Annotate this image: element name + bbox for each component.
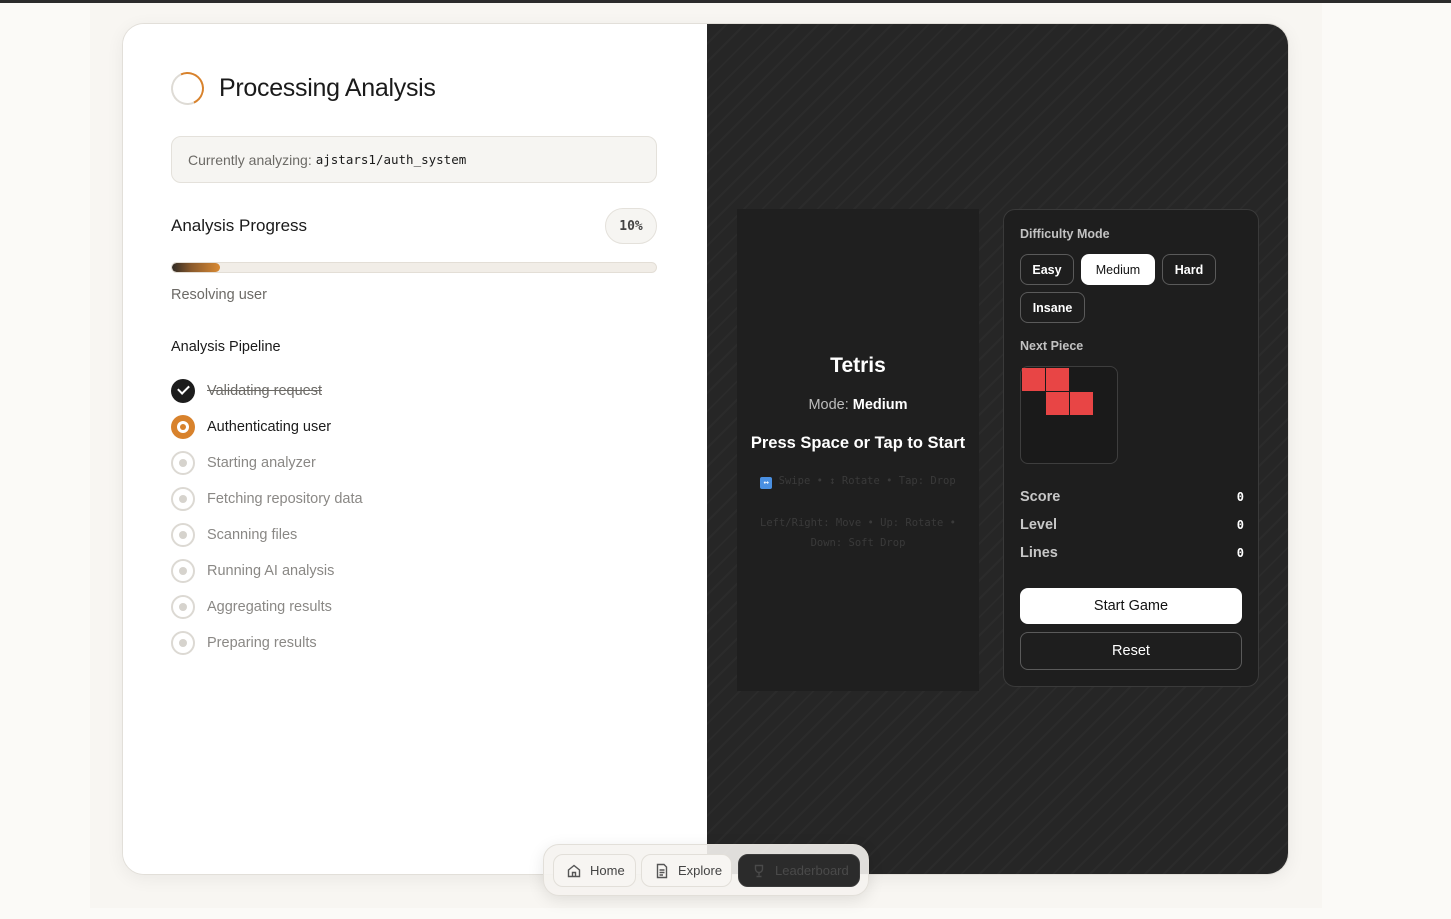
pipeline-step: Starting analyzer: [171, 445, 363, 481]
pipeline-step: Authenticating user: [171, 409, 363, 445]
touch-controls-hint: ↔ Swipe • ↕ Rotate • Tap: Drop: [747, 471, 969, 491]
pipeline-step-label: Preparing results: [207, 635, 317, 651]
progress-bar-fill: [172, 263, 221, 272]
stat-label: Level: [1020, 517, 1058, 533]
reset-button[interactable]: Reset: [1020, 632, 1242, 670]
nav-leaderboard-button[interactable]: Leaderboard: [738, 854, 860, 887]
title-row: Processing Analysis: [166, 67, 436, 110]
pending-dot-icon: [171, 487, 195, 511]
document-icon: [656, 863, 668, 878]
pipeline-step-label: Running AI analysis: [207, 563, 335, 579]
currently-analyzing-box: Currently analyzing: ajstars1/auth_syste…: [171, 136, 657, 183]
nav-explore-button[interactable]: Explore: [641, 854, 732, 887]
difficulty-label: Difficulty Mode: [1020, 227, 1110, 241]
game-panel: Tetris Mode: Medium Press Space or Tap t…: [707, 24, 1288, 874]
repo-name: ajstars1/auth_system: [315, 152, 467, 167]
game-title: Tetris: [830, 354, 886, 377]
pipeline-list: Validating request Authenticating user S…: [171, 373, 363, 661]
progress-percent-badge: 10%: [605, 208, 657, 244]
pipeline-step-label: Aggregating results: [207, 599, 332, 615]
pipeline-step-label: Fetching repository data: [207, 491, 363, 507]
next-piece-cell: [1046, 392, 1069, 415]
check-circle-icon: [171, 379, 195, 403]
touch-hint-text: Swipe • ↕ Rotate • Tap: Drop: [778, 475, 956, 487]
pipeline-step-label: Authenticating user: [207, 419, 332, 435]
progress-status-text: Resolving user: [171, 287, 267, 303]
bottom-nav: Home Explore Leaderboard: [543, 844, 869, 896]
main-card: Processing Analysis Currently analyzing:…: [122, 23, 1289, 875]
stat-level: Level 0: [1020, 517, 1244, 533]
currently-analyzing-label: Currently analyzing:: [188, 151, 312, 168]
pipeline-step: Preparing results: [171, 625, 363, 661]
next-piece-cell: [1022, 368, 1045, 391]
game-side-panel: Difficulty Mode Easy Medium Hard Insane …: [1003, 209, 1259, 687]
loading-spinner-icon: [166, 67, 209, 110]
pipeline-step-label: Starting analyzer: [207, 455, 316, 471]
stat-label: Lines: [1020, 545, 1058, 561]
next-piece-preview: [1020, 366, 1118, 464]
pipeline-title: Analysis Pipeline: [171, 339, 281, 355]
pipeline-step: Aggregating results: [171, 589, 363, 625]
difficulty-insane-button[interactable]: Insane: [1020, 292, 1085, 323]
pending-dot-icon: [171, 631, 195, 655]
arrows-horizontal-icon: ↔: [760, 477, 773, 489]
pipeline-step: Running AI analysis: [171, 553, 363, 589]
progress-bar: [171, 262, 657, 273]
stat-value: 0: [1236, 546, 1244, 560]
keyboard-controls-hint: Left/Right: Move • Up: Rotate • Down: So…: [760, 517, 956, 549]
progress-header: Analysis Progress 10%: [171, 208, 657, 244]
stat-label: Score: [1020, 489, 1061, 505]
trophy-icon: [754, 864, 764, 877]
tetris-board[interactable]: Tetris Mode: Medium Press Space or Tap t…: [737, 209, 979, 691]
home-icon: [567, 864, 581, 877]
start-prompt: Press Space or Tap to Start: [750, 434, 966, 452]
pipeline-step-label: Validating request: [207, 383, 323, 399]
analysis-panel: Processing Analysis Currently analyzing:…: [123, 24, 707, 874]
next-piece-label: Next Piece: [1020, 339, 1084, 353]
game-mode: Mode: Medium: [737, 397, 979, 413]
nav-home-button[interactable]: Home: [553, 854, 636, 887]
active-dot-icon: [171, 415, 195, 439]
page-title: Processing Analysis: [219, 74, 436, 102]
nav-leaderboard-label: Leaderboard: [775, 863, 849, 878]
stat-score: Score 0: [1020, 489, 1244, 505]
progress-title: Analysis Progress: [171, 216, 308, 235]
stat-value: 0: [1236, 518, 1244, 532]
pipeline-step: Fetching repository data: [171, 481, 363, 517]
pending-dot-icon: [171, 559, 195, 583]
pipeline-step-label: Scanning files: [207, 527, 298, 543]
stat-value: 0: [1236, 490, 1244, 504]
nav-home-label: Home: [590, 863, 625, 878]
next-piece-cell: [1046, 368, 1069, 391]
pending-dot-icon: [171, 451, 195, 475]
difficulty-hard-button[interactable]: Hard: [1162, 254, 1216, 285]
difficulty-medium-button[interactable]: Medium: [1081, 254, 1155, 285]
pending-dot-icon: [171, 595, 195, 619]
difficulty-easy-button[interactable]: Easy: [1020, 254, 1074, 285]
game-mode-label: Mode:: [808, 397, 849, 413]
start-game-button[interactable]: Start Game: [1020, 588, 1242, 624]
stat-lines: Lines 0: [1020, 545, 1244, 561]
pipeline-step: Scanning files: [171, 517, 363, 553]
pipeline-step: Validating request: [171, 373, 363, 409]
pending-dot-icon: [171, 523, 195, 547]
next-piece-cell: [1070, 392, 1093, 415]
nav-explore-label: Explore: [678, 863, 723, 878]
game-mode-value: Medium: [852, 397, 908, 413]
